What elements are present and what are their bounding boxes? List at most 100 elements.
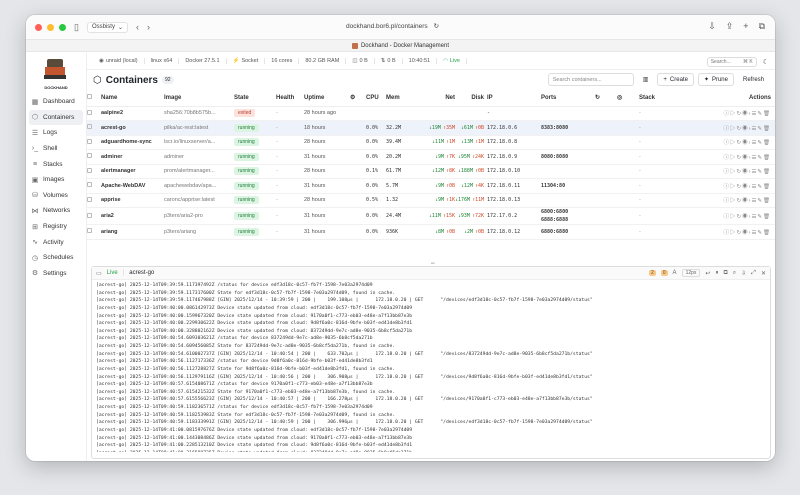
address-bar[interactable]: dockhand.bor6.pl/containers ↻ xyxy=(346,22,439,31)
container-mem: 1.32 xyxy=(386,193,412,208)
row-checkbox[interactable] xyxy=(87,124,92,130)
pause-icon[interactable]: ⏸ xyxy=(715,270,718,277)
theme-toggle-icon[interactable]: ☾ xyxy=(763,58,769,66)
forward-icon[interactable]: › xyxy=(147,22,150,32)
back-icon[interactable]: ‹ xyxy=(136,22,139,32)
container-mem: 32.2M xyxy=(386,120,412,136)
container-net: ↓8M ↑0B xyxy=(412,224,455,240)
search-icon[interactable]: ⌕ xyxy=(733,270,736,277)
host-selector[interactable]: ◉ unraid (local) xyxy=(93,58,145,64)
table-row[interactable]: Apache-WebDAV apachewebdav/apa... running -… xyxy=(87,178,775,194)
select-all-checkbox[interactable] xyxy=(87,94,92,100)
col-name[interactable]: Name xyxy=(101,90,164,107)
font-size-select[interactable]: 12px xyxy=(681,269,701,277)
row-checkbox[interactable] xyxy=(87,138,92,144)
expand-icon[interactable]: ⤢ xyxy=(751,270,756,277)
vuln-cell xyxy=(617,207,639,225)
clock: 10:40:51 xyxy=(403,58,438,64)
sidebar-item-images[interactable]: ▣ Images xyxy=(26,172,86,188)
minimize-window-button[interactable] xyxy=(47,23,54,31)
col-uptime[interactable]: Uptime xyxy=(304,90,350,107)
row-checkbox[interactable] xyxy=(87,212,92,218)
sidebar-item-volumes[interactable]: ⛁ Volumes xyxy=(26,188,86,204)
row-checkbox[interactable] xyxy=(87,153,92,159)
sidebar-item-schedules[interactable]: ◷ Schedules xyxy=(26,250,86,266)
row-checkbox[interactable] xyxy=(87,167,92,173)
status-badge: running xyxy=(234,152,259,161)
close-icon[interactable]: ✕ xyxy=(761,270,766,277)
table-row[interactable]: adminer adminer running -31 hours 0.0% 20.2M ↓… xyxy=(87,149,775,165)
autoupdate-cell xyxy=(595,120,617,136)
col-cpu[interactable]: CPU xyxy=(366,90,386,107)
wrap-icon[interactable]: ↩ xyxy=(705,270,710,277)
prune-button[interactable]: ✦ Prune xyxy=(697,73,734,86)
download-icon[interactable]: ⇩ xyxy=(708,21,716,32)
refresh-button[interactable]: Refresh xyxy=(737,73,769,86)
col-disk[interactable]: Disk xyxy=(455,90,484,107)
col-stack[interactable]: Stack xyxy=(639,90,681,107)
row-checkbox[interactable] xyxy=(87,196,92,202)
error-count[interactable]: 0 xyxy=(660,270,668,276)
sidebar-item-logs[interactable]: ☰ Logs xyxy=(26,125,86,141)
table-row[interactable]: ariang p3terx/ariang running -31 hours 0.0% 9… xyxy=(87,224,775,240)
warning-count[interactable]: 2 xyxy=(648,270,656,276)
profile-selector[interactable]: Ossbisty ⌄ xyxy=(86,21,128,33)
col-health[interactable]: Health xyxy=(276,90,304,107)
global-search[interactable]: Search... ⌘ K xyxy=(706,57,757,67)
delete-icon[interactable]: 🗑 xyxy=(763,140,771,146)
row-checkbox[interactable] xyxy=(87,228,92,234)
table-row[interactable]: acrest-go pilka/ac-rest:latest running -18 … xyxy=(87,120,775,136)
reload-icon[interactable]: ↻ xyxy=(434,22,439,30)
container-search-input[interactable]: Search containers... xyxy=(547,73,634,86)
sidebar-item-shell[interactable]: ›_ Shell xyxy=(26,141,86,157)
container-name: alertmanager xyxy=(101,164,164,179)
create-button[interactable]: + Create xyxy=(657,73,694,86)
table-row[interactable]: aria2 p3terx/aria2-pro running -31 hours 0.0… xyxy=(87,207,775,225)
delete-icon[interactable]: 🗑 xyxy=(763,198,771,204)
tab-title[interactable]: Dockhand - Docker Management xyxy=(361,43,449,49)
download-icon[interactable]: ⇩ xyxy=(741,270,746,277)
container-ports: 11304:80 xyxy=(541,178,595,194)
col-mem[interactable]: Mem xyxy=(386,90,412,107)
col-image[interactable]: Image xyxy=(164,90,234,107)
delete-icon[interactable]: 🗑 xyxy=(763,126,771,132)
sidebar-item-networks[interactable]: ⋈ Networks xyxy=(26,203,86,219)
new-tab-icon[interactable]: + xyxy=(743,21,748,32)
table-row[interactable]: apprise caronc/apprise:latest running -28 h… xyxy=(87,193,775,208)
table-row[interactable]: alertmanager prom/alertmanager... running -… xyxy=(87,164,775,179)
sidebar-item-containers[interactable]: ⬡ Containers xyxy=(29,109,83,126)
row-checkbox[interactable] xyxy=(87,109,92,115)
col-ip[interactable]: IP xyxy=(484,90,541,107)
sidebar-item-registry[interactable]: ⊞ Registry xyxy=(26,219,86,235)
delete-icon[interactable]: 🗑 xyxy=(763,230,771,236)
delete-icon[interactable]: 🗑 xyxy=(763,155,771,161)
row-select xyxy=(87,106,101,121)
col-net[interactable]: Net xyxy=(412,90,455,107)
sidebar-item-settings[interactable]: ⚙ Settings xyxy=(26,266,86,282)
share-icon[interactable]: ⇪ xyxy=(726,21,734,32)
sidebar-item-stacks[interactable]: ≡ Stacks xyxy=(26,156,86,172)
table-row[interactable]: adguardhome-sync lscr.io/linuxserver/a...… xyxy=(87,135,775,150)
copy-icon[interactable]: ⧉ xyxy=(723,270,727,277)
zoom-window-button[interactable] xyxy=(59,23,66,31)
sidebar-item-activity[interactable]: ∿ Activity xyxy=(26,234,86,250)
delete-icon[interactable]: 🗑 xyxy=(763,214,771,220)
sidebar-toggle-icon[interactable]: ▯ xyxy=(74,22,79,33)
table-row[interactable]: aalpine2 sha256:70b8b575b... exited -28 hou… xyxy=(87,106,775,121)
autoupdate-cell xyxy=(595,207,617,225)
delete-icon[interactable]: 🗑 xyxy=(763,184,771,190)
container-health: - xyxy=(276,149,304,165)
net-out: ↑8K xyxy=(445,168,455,175)
columns-icon[interactable]: ▥ xyxy=(637,73,654,86)
close-window-button[interactable] xyxy=(35,23,42,31)
col-state[interactable]: State xyxy=(234,90,276,107)
row-checkbox[interactable] xyxy=(87,182,92,188)
os-info: linux x64 xyxy=(145,58,180,64)
col-ports[interactable]: Ports xyxy=(541,90,595,107)
vuln-cell xyxy=(617,178,639,194)
delete-icon[interactable]: 🗑 xyxy=(763,169,771,175)
sidebar-item-dashboard[interactable]: ▦ Dashboard xyxy=(26,94,86,110)
delete-icon[interactable]: 🗑 xyxy=(763,111,771,117)
sidebar-item-label: Registry xyxy=(43,223,67,231)
tabs-overview-icon[interactable]: ⧉ xyxy=(759,21,765,32)
